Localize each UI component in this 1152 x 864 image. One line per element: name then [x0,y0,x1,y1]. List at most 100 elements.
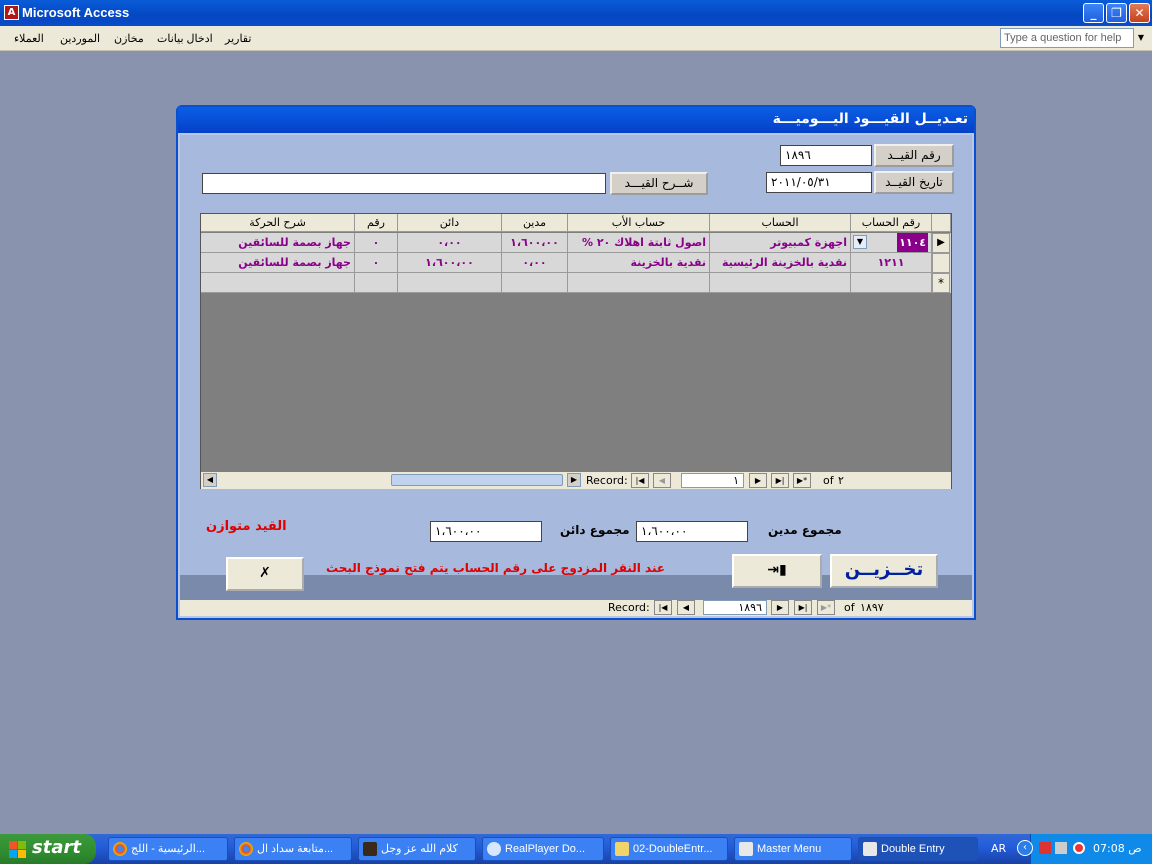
cell-account-no[interactable] [851,273,932,293]
minimize-button[interactable]: _ [1083,3,1104,23]
menu-stores[interactable]: مخازن [114,32,144,45]
cell-parent-account[interactable]: نقدية بالخزينة [568,253,710,273]
scroll-right-icon[interactable]: ▶ [567,473,581,487]
new-record-row[interactable]: * [201,273,951,293]
new-record-marker[interactable]: * [932,273,950,293]
taskbar-item[interactable]: الرئيسية - اللج... [108,837,228,861]
entry-date-field[interactable]: ٢٠١١/٠٥/٣١ [766,172,872,193]
cell-debit[interactable]: ١،٦٠٠،٠٠ [502,233,568,253]
save-button[interactable]: تخــزيــن [830,554,938,588]
taskbar-item-active[interactable]: Double Entry [858,837,978,861]
col-header-account-no[interactable]: رقم الحساب [851,214,932,232]
record-total: ٢ [838,474,844,487]
cell-credit[interactable]: ١،٦٠٠،٠٠ [398,253,502,273]
menu-reports[interactable]: تقارير [225,32,251,45]
form-body: رقم القيــد ١٨٩٦ تاريخ القيــد ٢٠١١/٠٥/٣… [180,135,972,616]
cell-voucher-no[interactable] [355,273,398,293]
cell-debit[interactable]: ٠،٠٠ [502,253,568,273]
cell-account-no[interactable]: ١٢١١ [851,253,932,273]
next-record-button[interactable]: ▶ [749,473,767,488]
close-button[interactable]: ✕ [1129,3,1150,23]
credit-total-label: مجموع دائن [560,523,630,537]
record-number-field[interactable]: ١٨٩٦ [703,600,767,615]
chevron-down-icon[interactable]: ▼ [1135,30,1147,46]
menu-data-entry[interactable]: ادخال بيانات [157,32,213,45]
chevron-down-icon[interactable]: ▼ [853,235,867,249]
new-record-button[interactable]: ▶* [793,473,811,488]
col-header-account[interactable]: الحساب [710,214,851,232]
last-record-button[interactable]: ▶| [794,600,812,615]
taskbar-item[interactable]: 02-DoubleEntr... [610,837,728,861]
cell-credit[interactable]: ٠،٠٠ [398,233,502,253]
system-tray: ‹ ص 07:08 [1017,834,1152,864]
first-record-button[interactable]: |◀ [631,473,649,488]
cell-parent-account[interactable]: اصول ثابتة اهلاك ٢٠ % [568,233,710,253]
table-row[interactable]: ▶ ١١٠٤ ▼ اجهزة كمبيوتر اصول ثابتة اهلاك … [201,233,951,253]
app-icon [363,842,377,856]
current-row-indicator[interactable]: ▶ [932,233,950,253]
restore-button[interactable]: ❐ [1106,3,1127,23]
last-record-button[interactable]: ▶| [771,473,789,488]
start-label: start [32,837,81,858]
form-title: تعـديــل القيـــود اليـــوميـــة [178,107,974,133]
record-label: Record: [608,601,650,614]
help-search-input[interactable]: Type a question for help [1000,28,1134,48]
form-icon [863,842,877,856]
journal-lines-grid: رقم الحساب الحساب حساب الأب مدين دائن رق… [200,213,952,489]
cell-credit[interactable] [398,273,502,293]
cell-movement-desc[interactable]: جهاز بصمة للسائقين [201,233,355,253]
menu-suppliers[interactable]: الموردين [60,32,100,45]
cell-parent-account[interactable] [568,273,710,293]
form-record-navigator: Record: |◀ ◀ ١٨٩٦ ▶ ▶| ▶* of ١٨٩٧ [180,600,972,616]
language-indicator[interactable]: AR [991,842,1006,855]
scroll-left-icon[interactable]: ◀ [203,473,217,487]
tray-expand-icon[interactable]: ‹ [1017,840,1033,856]
first-record-button[interactable]: |◀ [654,600,672,615]
cell-account[interactable] [710,273,851,293]
security-icon[interactable] [1039,842,1051,854]
record-label: Record: [586,474,628,487]
next-record-button[interactable]: ▶ [771,600,789,615]
table-row[interactable]: ١٢١١ نقدية بالخزينة الرئيسية نقدية بالخز… [201,253,951,273]
taskbar: start الرئيسية - اللج... متابعة سداد ال.… [0,834,1152,864]
entry-date-label: تاريخ القيــد [874,171,954,194]
cell-debit[interactable] [502,273,568,293]
menu-customers[interactable]: العملاء [14,32,44,45]
start-button[interactable]: start [0,834,96,864]
new-record-button[interactable]: ▶* [817,600,835,615]
horizontal-scrollbar-thumb[interactable] [391,474,563,486]
form-icon [739,842,753,856]
prev-record-button[interactable]: ◀ [653,473,671,488]
debit-total-label: مجموع مدين [768,523,842,537]
col-header-credit[interactable]: دائن [398,214,502,232]
cell-account[interactable]: اجهزة كمبيوتر [710,233,851,253]
record-number-field[interactable]: ١ [681,473,744,488]
col-header-voucher-no[interactable]: رقم السند [355,214,398,232]
exit-icon[interactable]: ⇥▮ [732,554,822,588]
taskbar-item[interactable]: RealPlayer Do... [482,837,604,861]
cell-voucher-no[interactable]: ٠ [355,253,398,273]
cell-voucher-no[interactable]: ٠ [355,233,398,253]
cell-account[interactable]: نقدية بالخزينة الرئيسية [710,253,851,273]
entry-no-field[interactable]: ١٨٩٦ [780,145,872,166]
network-icon[interactable] [1055,842,1067,854]
app-tray-icon[interactable] [1073,842,1085,854]
row-selector[interactable] [932,253,950,273]
cell-account-no[interactable]: ١١٠٤ ▼ [851,233,932,253]
clock: ص 07:08 [1093,842,1142,855]
prev-record-button[interactable]: ◀ [677,600,695,615]
cell-movement-desc[interactable]: جهاز بصمة للسائقين [201,253,355,273]
realplayer-icon [487,842,501,856]
entry-desc-field[interactable] [202,173,606,194]
col-header-debit[interactable]: مدين [502,214,568,232]
taskbar-item[interactable]: كلام الله عز وجل [358,837,476,861]
access-app-icon[interactable]: A [4,5,19,20]
taskbar-item[interactable]: متابعة سداد ال... [234,837,352,861]
taskbar-item[interactable]: Master Menu [734,837,852,861]
col-header-parent-account[interactable]: حساب الأب [568,214,710,232]
cell-movement-desc[interactable] [201,273,355,293]
record-total: ١٨٩٧ [860,601,884,614]
col-header-movement-desc[interactable]: شرح الحركة [201,214,355,232]
balance-status: القيد متوازن [206,519,287,534]
undo-delete-icon[interactable]: ✗ [226,557,304,591]
